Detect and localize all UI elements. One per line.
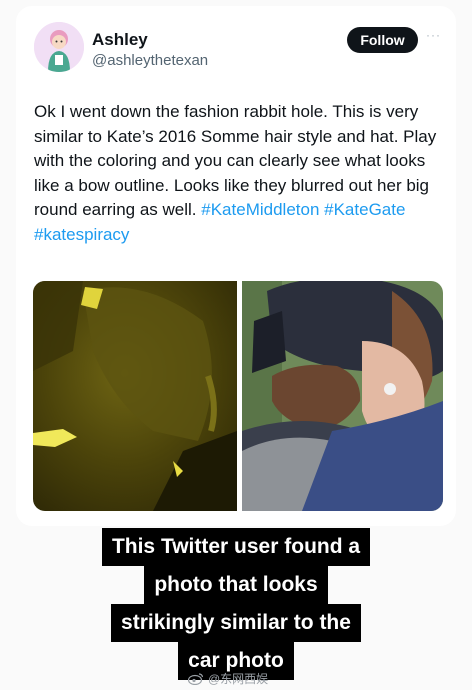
car-photo-image[interactable] bbox=[33, 281, 237, 511]
avatar[interactable] bbox=[34, 22, 84, 72]
screenshot-frame: Ashley @ashleythetexan Follow ··· Ok I w… bbox=[0, 0, 472, 690]
tweet-media[interactable] bbox=[33, 281, 443, 511]
story-caption: This Twitter user found a photo that loo… bbox=[0, 528, 472, 680]
hashtag-katespiracy[interactable]: #katespiracy bbox=[34, 225, 129, 244]
author-name[interactable]: Ashley bbox=[92, 30, 148, 50]
tweet-text: Ok I went down the fashion rabbit hole. … bbox=[34, 100, 446, 247]
watermark-text: @东网西娱 bbox=[208, 672, 269, 686]
author-handle[interactable]: @ashleythetexan bbox=[92, 52, 208, 69]
weibo-logo-icon bbox=[188, 673, 204, 685]
hashtag-katemiddleton[interactable]: #KateMiddleton bbox=[201, 200, 319, 219]
kate-somme-photo-image[interactable] bbox=[242, 281, 443, 511]
avatar-illustration bbox=[34, 22, 84, 72]
weibo-watermark: @东网西娱 bbox=[188, 670, 268, 687]
hashtag-kategate[interactable]: #KateGate bbox=[324, 200, 405, 219]
follow-button[interactable]: Follow bbox=[347, 27, 418, 53]
caption-line-3: strikingly similar to the bbox=[111, 604, 361, 642]
caption-line-2: photo that looks bbox=[144, 566, 328, 604]
caption-line-1: This Twitter user found a bbox=[101, 528, 371, 566]
more-options-icon[interactable]: ··· bbox=[426, 28, 441, 42]
